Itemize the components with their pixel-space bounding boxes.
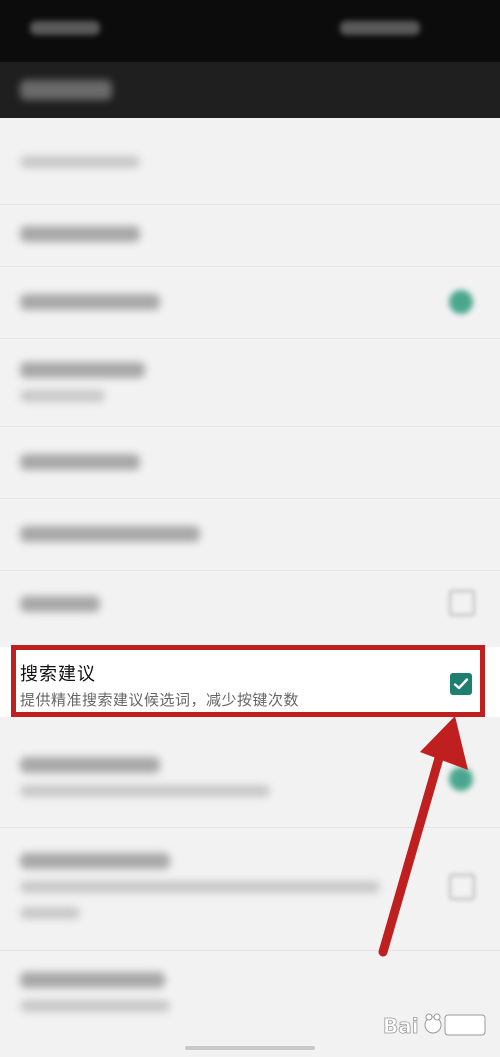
blurred-toggle-icon[interactable] xyxy=(449,767,473,791)
status-bar xyxy=(0,0,500,62)
blurred-row-label xyxy=(20,526,200,542)
blurred-row-sublabel xyxy=(20,1000,170,1012)
settings-row[interactable] xyxy=(0,498,500,571)
home-indicator[interactable] xyxy=(185,1046,315,1050)
blurred-row-label xyxy=(20,454,140,470)
blurred-toggle-icon[interactable] xyxy=(449,290,473,314)
app-bar xyxy=(0,62,500,118)
blurred-row-label xyxy=(20,226,140,242)
blurred-row-label xyxy=(20,294,160,310)
blurred-row-sublabel xyxy=(20,881,380,893)
blurred-row-label xyxy=(20,156,140,168)
blurred-row-sublabel xyxy=(20,785,270,797)
blurred-checkbox-icon[interactable] xyxy=(449,874,475,900)
blurred-row-label xyxy=(20,972,165,988)
blurred-row-label xyxy=(20,596,100,612)
blurred-row-sublabel xyxy=(20,390,105,402)
settings-row[interactable] xyxy=(0,570,500,648)
settings-row[interactable] xyxy=(0,266,500,339)
settings-row[interactable] xyxy=(0,204,500,267)
settings-row[interactable] xyxy=(0,338,500,427)
status-bar-indicators-blurred xyxy=(340,21,420,35)
blurred-row-label xyxy=(20,853,170,869)
baidu-jingyan-watermark-icon: Bai xyxy=(383,1013,486,1038)
settings-row[interactable] xyxy=(0,717,500,828)
status-bar-time-blurred xyxy=(30,21,100,35)
highlight-frame xyxy=(11,645,485,717)
settings-row[interactable] xyxy=(0,827,500,951)
svg-text:Bai: Bai xyxy=(383,1014,419,1038)
blurred-row-sublabel xyxy=(20,907,80,919)
blurred-row-label xyxy=(20,362,145,378)
settings-row[interactable] xyxy=(0,426,500,499)
blurred-checkbox-icon[interactable] xyxy=(449,590,475,616)
app-bar-title-blurred xyxy=(20,80,112,100)
blurred-row-label xyxy=(20,757,160,773)
settings-row[interactable] xyxy=(0,118,500,205)
